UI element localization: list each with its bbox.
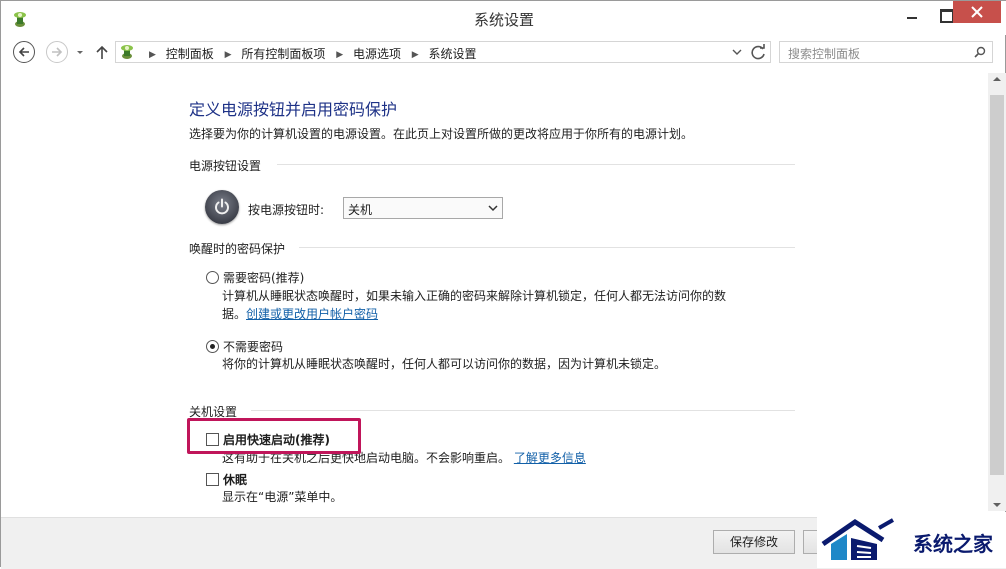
create-change-password-link[interactable]: 创建或更改用户帐户密码 [246,307,378,321]
power-button-action-value: 关机 [348,203,373,217]
search-input[interactable]: 搜索控制面板 [779,41,993,63]
power-button-section-heading: 电源按钮设置 [189,159,262,173]
hibernate-description: 显示在“电源”菜单中。 [222,490,343,504]
page-title: 定义电源按钮并启用密码保护 [189,100,398,119]
power-symbol-icon [215,198,229,215]
chevron-down-icon[interactable] [730,45,744,59]
power-button-label: 按电源按钮时: [248,203,325,217]
breadcrumb-system-settings[interactable]: 系统设置 [429,47,477,61]
window: 系统设置 ▶ 控制面板 ▶ 所有控制面板项 ▶ 电源选项 ▶ 系统设置 搜索控制… [0,0,1006,569]
save-changes-button[interactable]: 保存修改 [713,530,795,554]
fast-startup-highlight [187,418,361,454]
section-divider [299,247,795,248]
forward-button[interactable] [46,41,68,63]
house-logo-icon [821,518,894,560]
power-button-action-select[interactable]: 关机 [343,197,503,219]
window-title: 系统设置 [473,11,534,29]
no-password-label[interactable]: 不需要密码 [223,338,283,355]
no-password-radio[interactable] [206,340,219,353]
arrow-right-icon [52,47,63,57]
search-icon[interactable] [974,46,986,58]
up-level-button[interactable] [95,44,109,60]
close-icon [971,6,983,18]
address-bar[interactable]: ▶ 控制面板 ▶ 所有控制面板项 ▶ 电源选项 ▶ 系统设置 [115,41,771,63]
close-button[interactable] [953,1,1001,23]
chevron-down-icon [488,205,498,212]
require-password-label[interactable]: 需要密码(推荐) [223,269,304,286]
chevron-right-icon: ▶ [149,50,156,60]
require-password-description: 计算机从睡眠状态唤醒时，如果未输入正确的密码来解除计算机锁定，任何人都无法访问你… [222,287,726,323]
breadcrumb-control-panel[interactable]: 控制面板 [166,47,214,61]
section-divider [251,410,795,411]
require-password-desc-line2: 据。创建或更改用户帐户密码 [222,305,726,323]
chevron-right-icon[interactable]: ▶ [412,50,419,60]
wake-password-section-heading: 唤醒时的密码保护 [189,242,286,256]
watermark-logo: 系统之家 [817,512,1006,568]
hibernate-checkbox[interactable] [206,473,219,486]
search-placeholder: 搜索控制面板 [788,47,861,61]
navigation-bar: ▶ 控制面板 ▶ 所有控制面板项 ▶ 电源选项 ▶ 系统设置 搜索控制面板 [1,35,1006,73]
chevron-right-icon[interactable]: ▶ [225,50,232,60]
scrollbar-thumb[interactable] [990,95,1004,475]
control-panel-icon [121,45,133,59]
require-password-desc-line2-prefix: 据。 [222,307,247,321]
section-divider [277,164,795,165]
title-bar: 系统设置 [1,1,1006,35]
back-button[interactable] [13,41,35,63]
chevron-right-icon[interactable]: ▶ [336,50,343,60]
arrow-left-icon [18,47,29,57]
hibernate-label[interactable]: 休眠 [223,471,247,488]
vertical-scrollbar[interactable] [988,73,1006,511]
watermark-text: 系统之家 [913,532,993,556]
recent-locations-dropdown[interactable] [75,47,85,57]
refresh-icon[interactable] [747,41,769,63]
minimize-button[interactable] [895,1,929,29]
breadcrumb-all-items[interactable]: 所有控制面板项 [241,47,325,61]
scroll-down-icon[interactable] [992,501,1002,509]
require-password-radio[interactable] [206,271,219,284]
power-icon [205,190,239,224]
no-password-description: 将你的计算机从睡眠状态唤醒时，任何人都可以访问你的数据，因为计算机未锁定。 [222,357,667,371]
breadcrumb-power-options[interactable]: 电源选项 [353,47,401,61]
scroll-up-icon[interactable] [992,75,1002,83]
require-password-desc-line1: 计算机从睡眠状态唤醒时，如果未输入正确的密码来解除计算机锁定，任何人都无法访问你… [222,289,727,303]
breadcrumb: ▶ 控制面板 ▶ 所有控制面板项 ▶ 电源选项 ▶ 系统设置 [142,45,477,62]
page-description: 选择要为你的计算机设置的电源设置。在此页上对设置所做的更改将应用于你所有的电源计… [189,127,694,141]
learn-more-link[interactable]: 了解更多信息 [514,451,586,465]
